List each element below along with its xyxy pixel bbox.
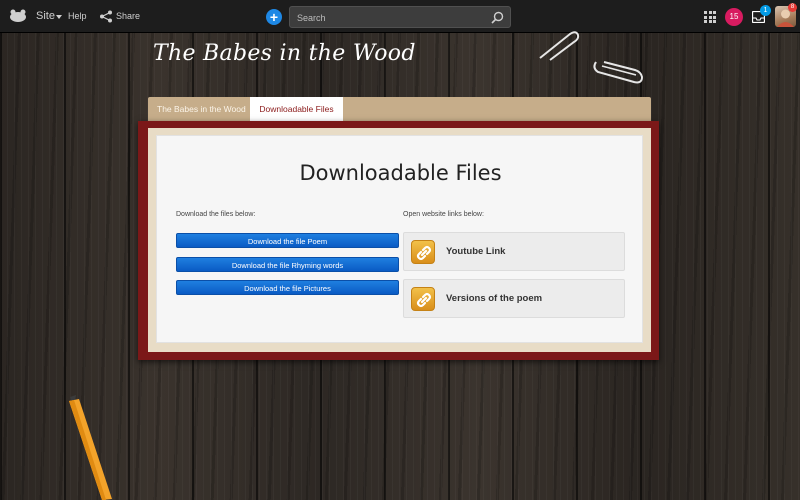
youtube-link-label[interactable]: Youtube Link — [446, 246, 505, 257]
search-input[interactable] — [297, 12, 487, 24]
notifications-badge[interactable]: 15 — [725, 8, 743, 26]
avatar-alert-badge: 8 — [788, 3, 797, 12]
chevron-down-icon[interactable] — [56, 15, 62, 19]
search-box[interactable] — [289, 6, 511, 28]
download-pictures-button[interactable]: Download the file Pictures — [176, 280, 399, 295]
share-link[interactable]: Share — [116, 11, 140, 21]
youtube-link-card[interactable]: Youtube Link — [403, 232, 625, 271]
add-button[interactable]: + — [266, 9, 282, 25]
share-icon[interactable] — [99, 10, 113, 23]
tab-babes-in-the-wood[interactable]: The Babes in the Wood — [148, 97, 255, 121]
link-icon — [411, 287, 435, 311]
site-logo-icon[interactable] — [9, 9, 27, 23]
links-label: Open website links below: — [403, 211, 484, 218]
link-icon — [411, 240, 435, 264]
help-link[interactable]: Help — [68, 11, 87, 21]
download-poem-button[interactable]: Download the file Poem — [176, 233, 399, 248]
downloads-label: Download the files below: — [176, 211, 256, 218]
page-tabs: The Babes in the Wood Downloadable Files — [148, 97, 651, 121]
site-title: The Babes in the Wood — [153, 41, 416, 66]
content-card: Downloadable Files Download the files be… — [156, 135, 643, 343]
top-navigation-bar: Site Help Share + 15 1 8 — [0, 0, 800, 33]
inbox-count-badge: 1 — [760, 5, 771, 16]
download-rhyming-words-button[interactable]: Download the file Rhyming words — [176, 257, 399, 272]
pencil-icon — [69, 395, 112, 500]
search-icon[interactable] — [491, 11, 504, 24]
paperclip-icon — [539, 31, 644, 84]
versions-link-card[interactable]: Versions of the poem — [403, 279, 625, 318]
page-heading: Downloadable Files — [299, 161, 502, 185]
site-menu-link[interactable]: Site — [36, 10, 55, 22]
tab-downloadable-files[interactable]: Downloadable Files — [250, 97, 343, 121]
apps-grid-icon[interactable] — [704, 11, 716, 23]
versions-link-label[interactable]: Versions of the poem — [446, 293, 542, 304]
